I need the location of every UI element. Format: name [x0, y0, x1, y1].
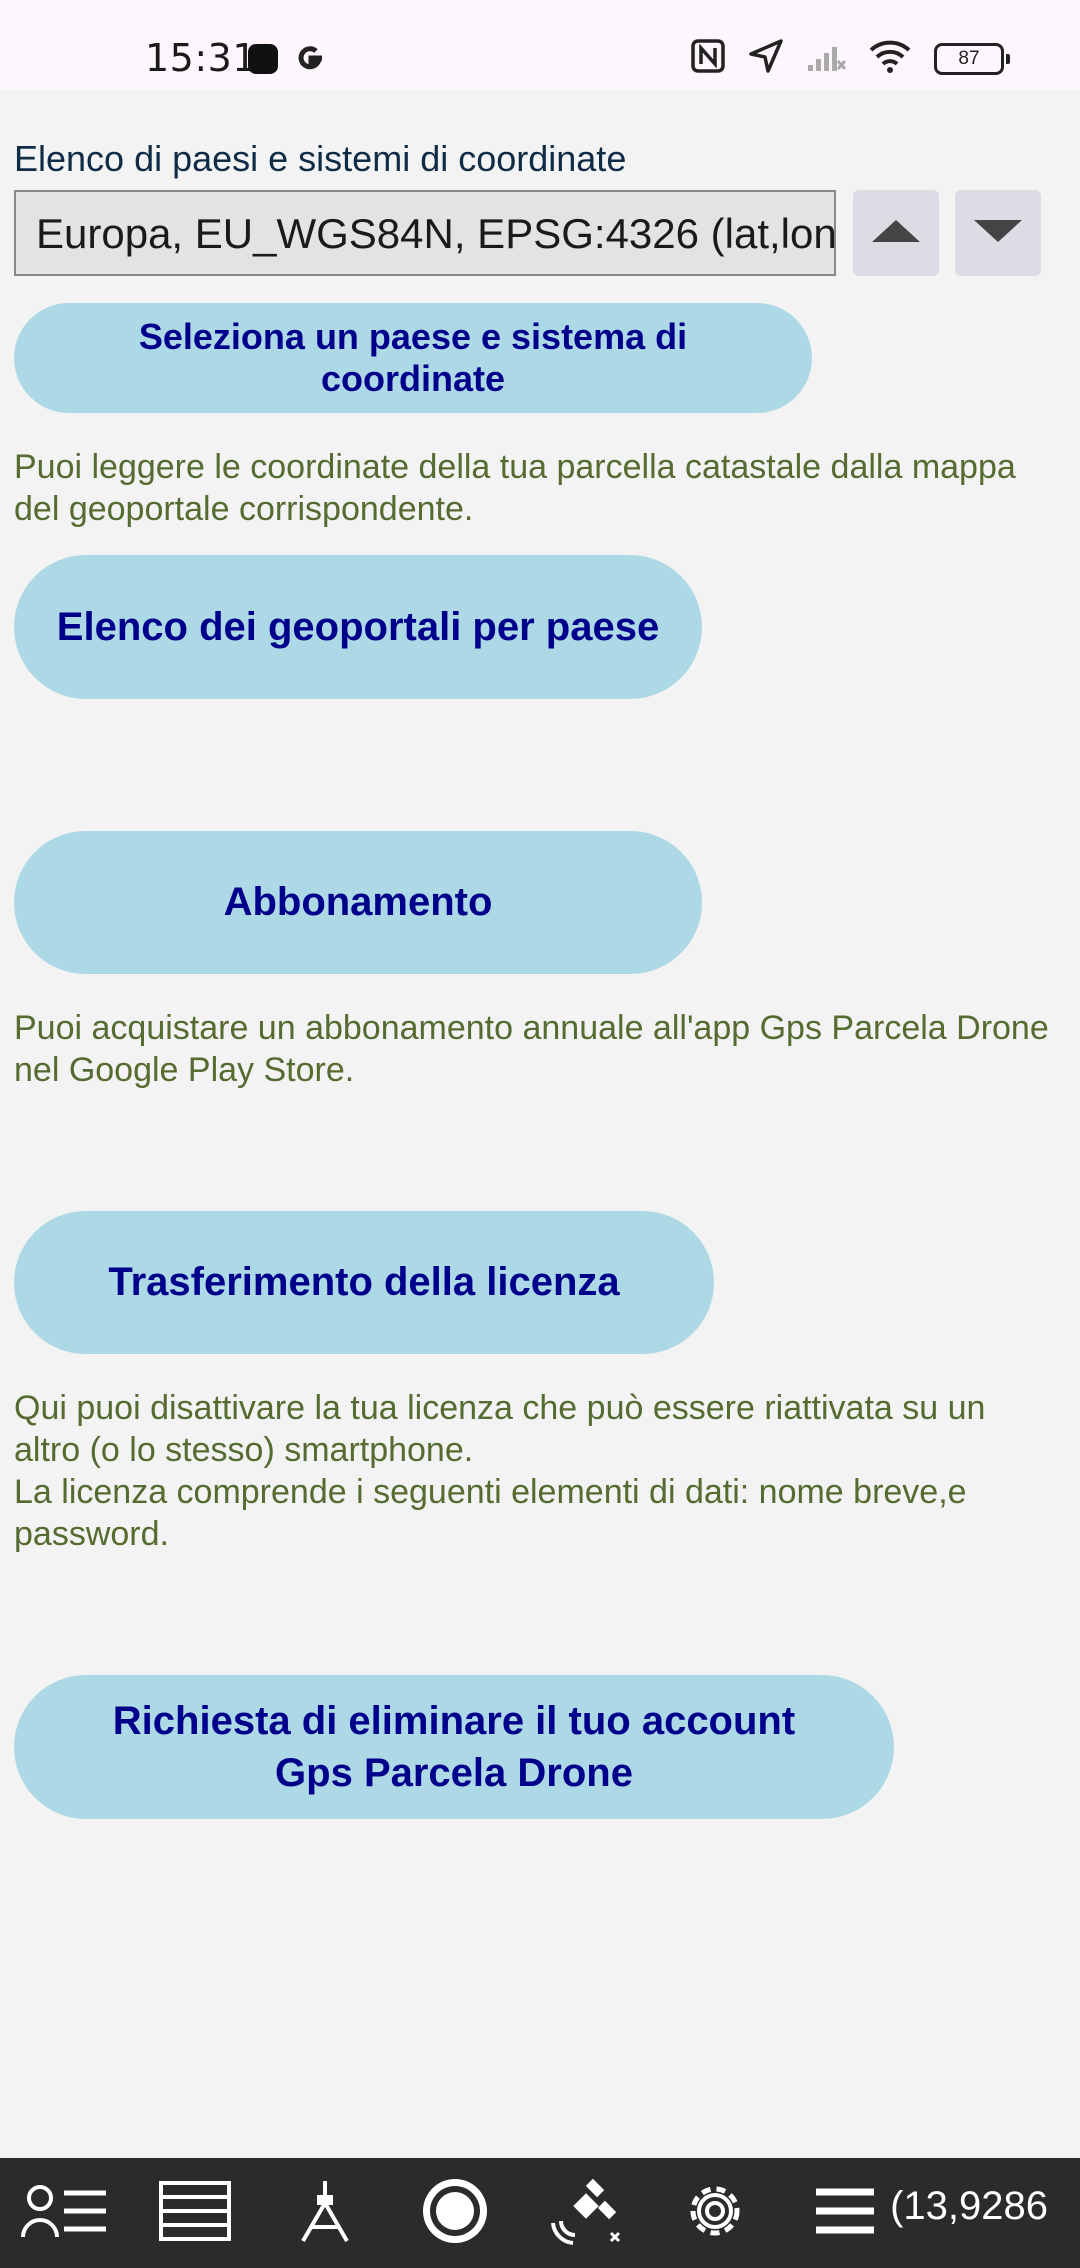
satellite-icon	[547, 2175, 623, 2252]
subscription-description: Puoi acquistare un abbonamento annuale a…	[14, 1009, 1049, 1089]
satellite-button[interactable]	[520, 2158, 650, 2268]
move-up-button[interactable]	[853, 190, 939, 276]
record-icon	[419, 2175, 491, 2252]
status-right-icons: 87	[690, 38, 1010, 79]
google-icon	[294, 42, 328, 81]
settings-button[interactable]	[650, 2158, 780, 2268]
record-button[interactable]	[390, 2158, 520, 2268]
geoportal-description: Puoi leggere le coordinate della tua par…	[14, 448, 1016, 528]
app-notification-icon	[246, 42, 280, 81]
license-description: Qui puoi disattivare la tua licenza che …	[14, 1389, 986, 1553]
status-time: 15:31	[145, 36, 258, 80]
bottom-toolbar: (13,9286	[0, 2158, 1080, 2268]
location-icon	[748, 38, 784, 79]
user-list-button[interactable]	[0, 2158, 130, 2268]
arrow-up-icon	[870, 216, 922, 251]
coordinate-system-select[interactable]: Europa, EU_WGS84N, EPSG:4326 (lat,lon)	[14, 190, 836, 276]
coordinate-list-label: Elenco di paesi e sistemi di coordinate	[14, 138, 627, 179]
user-list-icon	[20, 2181, 110, 2246]
license-transfer-button[interactable]: Trasferimento della licenza	[14, 1211, 714, 1354]
geoportal-list-button[interactable]: Elenco dei geoportali per paese	[14, 555, 702, 699]
subscription-button[interactable]: Abbonamento	[14, 831, 702, 974]
coordinate-readout: (13,9286	[890, 2184, 1048, 2228]
status-bar: 15:31 87	[0, 0, 1080, 90]
nfc-icon	[690, 38, 726, 79]
gear-icon	[680, 2176, 750, 2251]
wifi-icon	[868, 38, 912, 79]
menu-icon	[814, 2186, 876, 2241]
list-icon	[158, 2180, 232, 2247]
survey-button[interactable]	[260, 2158, 390, 2268]
delete-account-button[interactable]: Richiesta di eliminare il tuo account Gp…	[14, 1675, 894, 1819]
signal-icon	[806, 39, 847, 78]
select-country-button[interactable]: Seleziona un paese e sistema di coordina…	[14, 303, 812, 413]
arrow-down-icon	[972, 216, 1024, 251]
move-down-button[interactable]	[955, 190, 1041, 276]
battery-icon: 87	[934, 42, 1010, 75]
list-button[interactable]	[130, 2158, 260, 2268]
survey-icon	[293, 2177, 357, 2250]
status-left-icons	[246, 42, 328, 81]
